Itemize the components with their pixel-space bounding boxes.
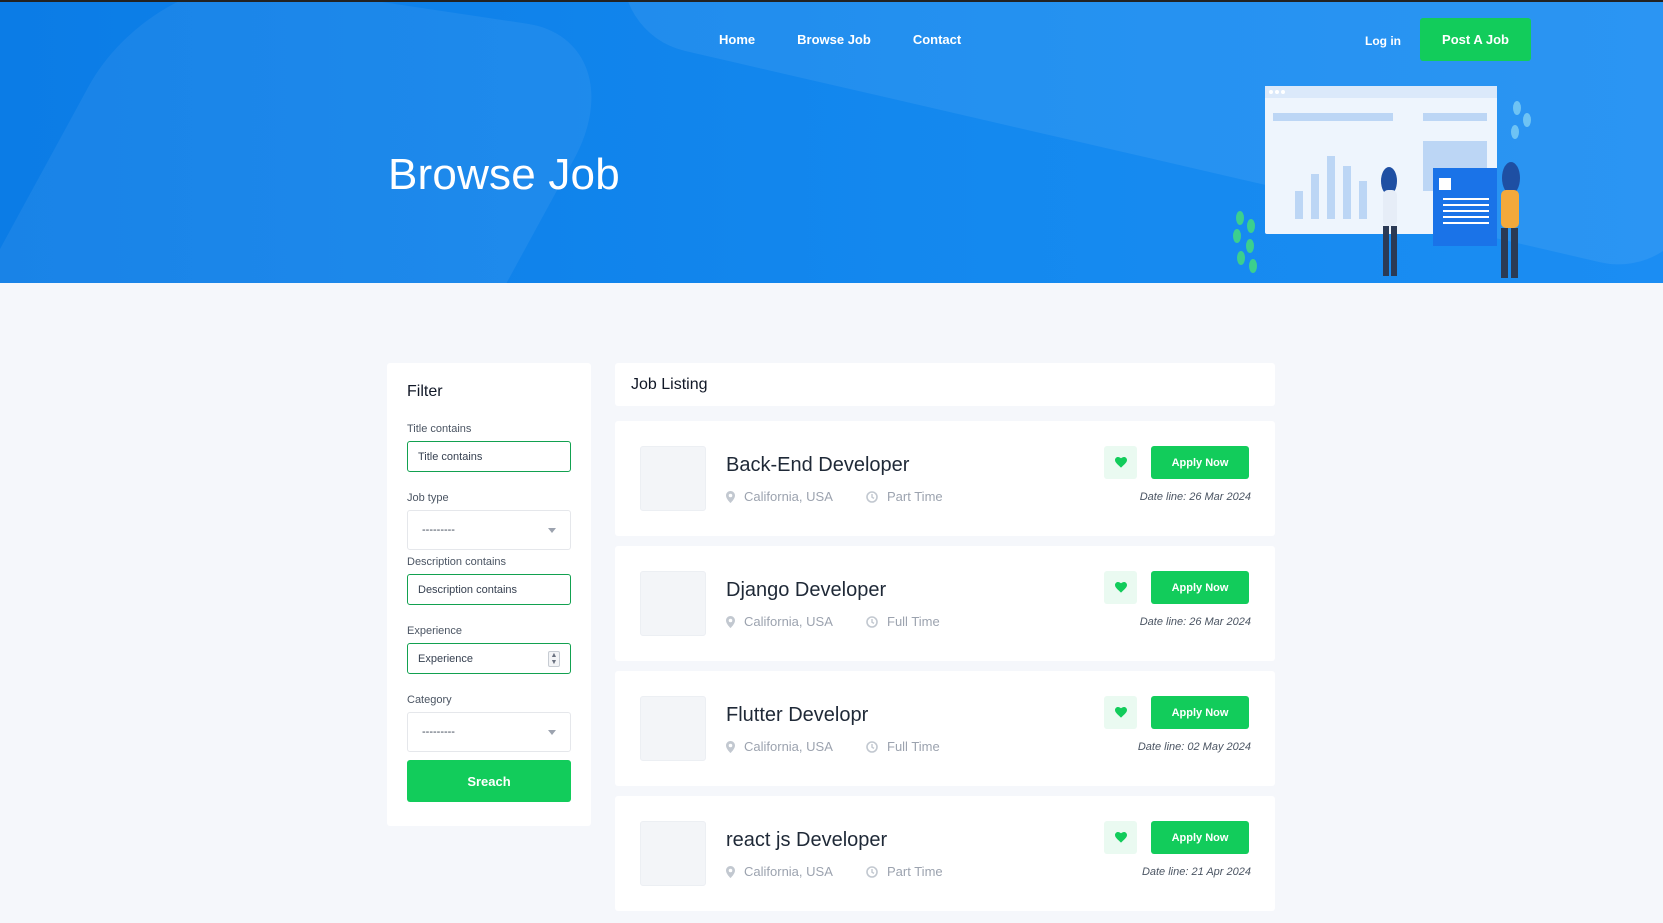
job-card: Django Developer California, USA Full Ti… bbox=[615, 546, 1275, 661]
job-type-label: Job type bbox=[407, 492, 449, 504]
location-pin-icon bbox=[726, 740, 735, 753]
main-nav: Home Browse Job Contact bbox=[719, 32, 1003, 47]
job-type: Part Time bbox=[866, 489, 943, 504]
chevron-down-icon bbox=[548, 527, 556, 533]
job-card: react js Developer California, USA Part … bbox=[615, 796, 1275, 911]
apply-now-button[interactable]: Apply Now bbox=[1151, 446, 1249, 479]
hero-illustration bbox=[1233, 86, 1531, 278]
description-input[interactable]: Description contains bbox=[407, 574, 571, 605]
job-type-value: --------- bbox=[422, 524, 455, 536]
job-title[interactable]: Back-End Developer bbox=[726, 454, 909, 477]
login-link[interactable]: Log in bbox=[1365, 34, 1401, 48]
job-deadline: Date line: 26 Mar 2024 bbox=[1139, 491, 1251, 503]
experience-placeholder: Experience bbox=[418, 652, 474, 665]
spinner-arrows-icon[interactable]: ▲ ▼ bbox=[548, 650, 560, 667]
job-meta: California, USA Full Time bbox=[726, 614, 940, 629]
category-label: Category bbox=[407, 694, 452, 706]
job-location: California, USA bbox=[726, 614, 866, 629]
job-type: Part Time bbox=[866, 864, 943, 879]
company-logo bbox=[640, 446, 706, 511]
heart-icon bbox=[1114, 457, 1127, 468]
job-type-text: Full Time bbox=[887, 614, 940, 629]
apply-now-button[interactable]: Apply Now bbox=[1151, 821, 1249, 854]
post-job-button[interactable]: Post A Job bbox=[1420, 18, 1531, 61]
heart-icon bbox=[1114, 582, 1127, 593]
job-card: Back-End Developer California, USA Part … bbox=[615, 421, 1275, 536]
search-button[interactable]: Sreach bbox=[407, 760, 571, 802]
category-value: --------- bbox=[422, 726, 455, 738]
job-deadline: Date line: 26 Mar 2024 bbox=[1139, 616, 1251, 628]
experience-input[interactable]: Experience ▲ ▼ bbox=[407, 643, 571, 674]
job-type-text: Part Time bbox=[887, 864, 943, 879]
heart-icon bbox=[1114, 832, 1127, 843]
job-type: Full Time bbox=[866, 614, 940, 629]
favorite-button[interactable] bbox=[1104, 696, 1137, 729]
category-select[interactable]: --------- bbox=[407, 712, 571, 752]
clock-icon bbox=[866, 490, 878, 503]
nav-contact[interactable]: Contact bbox=[913, 32, 961, 47]
job-listing-heading: Job Listing bbox=[631, 375, 708, 393]
job-title[interactable]: Django Developer bbox=[726, 579, 886, 602]
company-logo bbox=[640, 571, 706, 636]
job-type: Full Time bbox=[866, 739, 940, 754]
favorite-button[interactable] bbox=[1104, 821, 1137, 854]
job-deadline: Date line: 21 Apr 2024 bbox=[1141, 866, 1251, 878]
job-card: Flutter Developr California, USA Full Ti… bbox=[615, 671, 1275, 786]
job-location: California, USA bbox=[726, 739, 866, 754]
favorite-button[interactable] bbox=[1104, 446, 1137, 479]
chevron-down-icon bbox=[548, 729, 556, 735]
hero-decor-shape bbox=[0, 2, 639, 283]
job-title[interactable]: Flutter Developr bbox=[726, 704, 868, 727]
job-location-text: California, USA bbox=[744, 864, 833, 879]
apply-now-button[interactable]: Apply Now bbox=[1151, 571, 1249, 604]
apply-now-button[interactable]: Apply Now bbox=[1151, 696, 1249, 729]
favorite-button[interactable] bbox=[1104, 571, 1137, 604]
job-location-text: California, USA bbox=[744, 614, 833, 629]
title-label: Title contains bbox=[407, 423, 472, 435]
job-deadline: Date line: 02 May 2024 bbox=[1137, 741, 1251, 753]
nav-home[interactable]: Home bbox=[719, 32, 755, 47]
filter-panel: Filter Title contains Title contains Job… bbox=[387, 363, 591, 826]
job-location-text: California, USA bbox=[744, 739, 833, 754]
title-input[interactable]: Title contains bbox=[407, 441, 571, 472]
company-logo bbox=[640, 821, 706, 886]
job-title[interactable]: react js Developer bbox=[726, 829, 887, 852]
job-location: California, USA bbox=[726, 864, 866, 879]
location-pin-icon bbox=[726, 490, 735, 503]
heart-icon bbox=[1114, 707, 1127, 718]
company-logo bbox=[640, 696, 706, 761]
clock-icon bbox=[866, 865, 878, 878]
location-pin-icon bbox=[726, 615, 735, 628]
nav-browse-job[interactable]: Browse Job bbox=[797, 32, 871, 47]
job-location: California, USA bbox=[726, 489, 866, 504]
job-meta: California, USA Part Time bbox=[726, 864, 943, 879]
description-label: Description contains bbox=[407, 556, 507, 568]
job-type-text: Part Time bbox=[887, 489, 943, 504]
page-title: Browse Job bbox=[388, 150, 620, 199]
hero-banner: Home Browse Job Contact Log in Post A Jo… bbox=[0, 0, 1663, 283]
location-pin-icon bbox=[726, 865, 735, 878]
experience-label: Experience bbox=[407, 625, 463, 637]
job-meta: California, USA Part Time bbox=[726, 489, 943, 504]
clock-icon bbox=[866, 740, 878, 753]
job-type-text: Full Time bbox=[887, 739, 940, 754]
job-listing-header: Job Listing bbox=[615, 363, 1275, 406]
filter-heading: Filter bbox=[407, 383, 443, 400]
job-meta: California, USA Full Time bbox=[726, 739, 940, 754]
clock-icon bbox=[866, 615, 878, 628]
job-location-text: California, USA bbox=[744, 489, 833, 504]
job-type-select[interactable]: --------- bbox=[407, 510, 571, 550]
